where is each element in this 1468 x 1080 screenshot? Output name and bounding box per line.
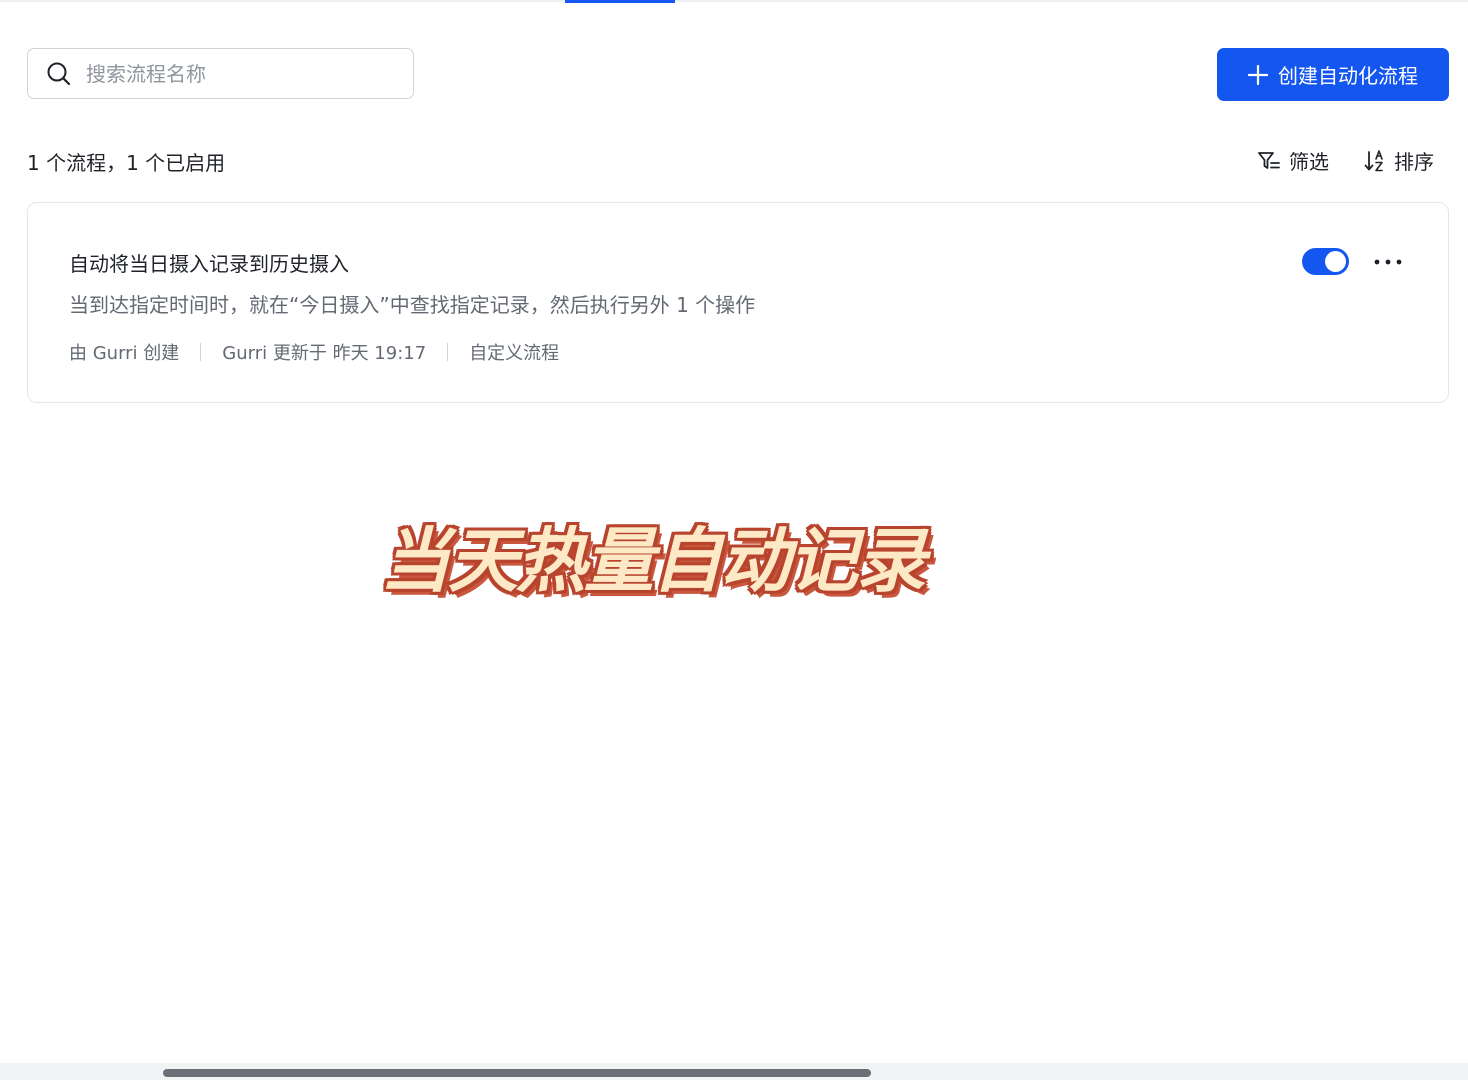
flow-enable-toggle[interactable] bbox=[1302, 248, 1349, 275]
sort-button[interactable]: 排序 bbox=[1364, 146, 1434, 175]
video-caption-overlay: 当天热量自动记录 bbox=[380, 520, 926, 602]
active-tab-indicator bbox=[565, 0, 675, 3]
flow-meta: 由 Gurri 创建 Gurri 更新于 昨天 19:17 自定义流程 bbox=[69, 339, 559, 365]
create-flow-button-label: 创建自动化流程 bbox=[1278, 66, 1418, 88]
flow-creator: 由 Gurri 创建 bbox=[69, 343, 180, 364]
meta-divider bbox=[447, 343, 449, 361]
horizontal-scrollbar-thumb[interactable] bbox=[163, 1069, 871, 1077]
flow-description: 当到达指定时间时，就在“今日摄入”中查找指定记录，然后执行另外 1 个操作 bbox=[69, 293, 756, 317]
flow-updated: Gurri 更新于 昨天 19:17 bbox=[222, 343, 427, 364]
toggle-knob bbox=[1325, 251, 1346, 272]
meta-divider bbox=[200, 343, 202, 361]
more-icon[interactable] bbox=[1373, 250, 1403, 274]
filter-icon bbox=[1258, 151, 1280, 169]
flow-card[interactable]: 自动将当日摄入记录到历史摄入 当到达指定时间时，就在“今日摄入”中查找指定记录，… bbox=[27, 202, 1449, 403]
create-flow-button[interactable]: 创建自动化流程 bbox=[1217, 48, 1449, 101]
search-input[interactable] bbox=[86, 61, 386, 86]
search-box[interactable] bbox=[27, 48, 414, 99]
flow-type: 自定义流程 bbox=[469, 343, 560, 364]
flow-summary: 1 个流程，1 个已启用 bbox=[27, 151, 226, 175]
sort-icon bbox=[1364, 149, 1383, 171]
top-divider bbox=[0, 0, 1468, 2]
plus-icon bbox=[1248, 64, 1268, 85]
filter-button[interactable]: 筛选 bbox=[1257, 146, 1329, 175]
sort-label: 排序 bbox=[1394, 150, 1434, 174]
filter-label: 筛选 bbox=[1289, 150, 1329, 174]
flow-title[interactable]: 自动将当日摄入记录到历史摄入 bbox=[69, 248, 349, 277]
search-icon bbox=[46, 61, 72, 87]
automation-page: 创建自动化流程 1 个流程，1 个已启用 筛选 排序 自动将当日摄入记录到历史摄… bbox=[0, 0, 1468, 1080]
